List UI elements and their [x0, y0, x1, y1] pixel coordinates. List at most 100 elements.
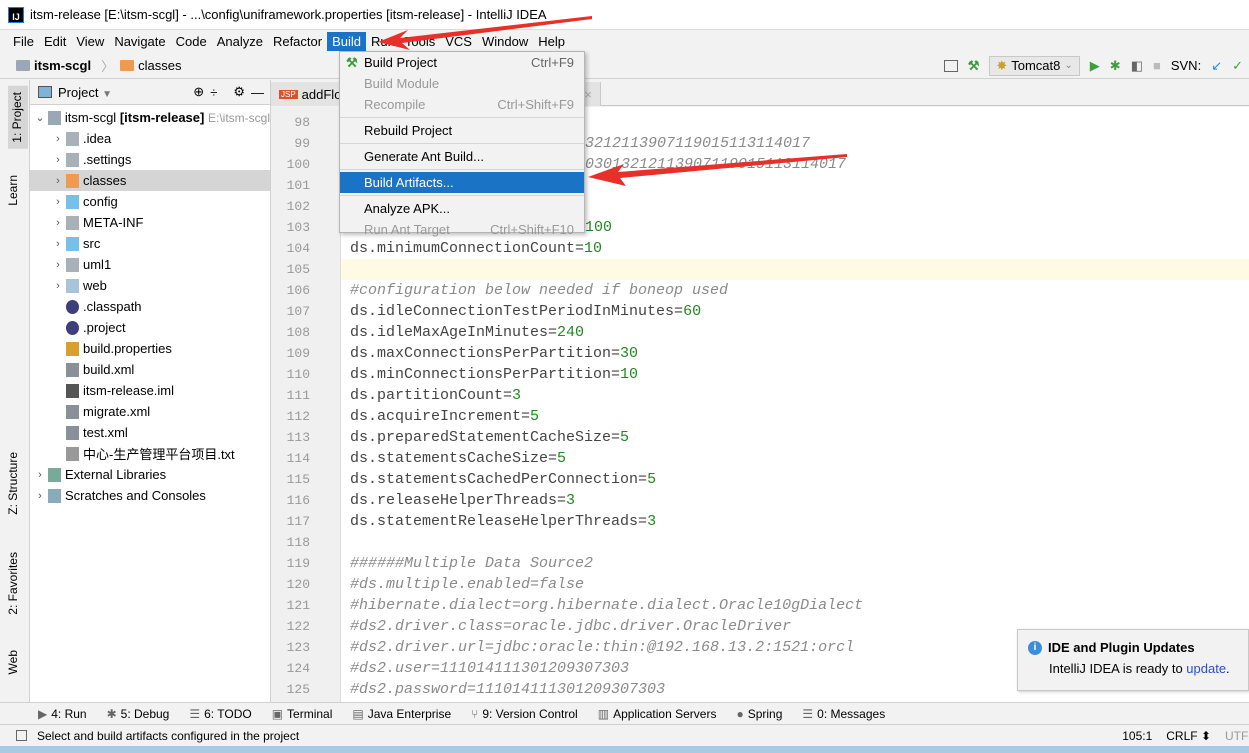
tree-item-config[interactable]: › config — [30, 191, 270, 212]
close-tab-icon[interactable]: × — [584, 87, 592, 102]
code-line[interactable]: #ds.multiple.enabled=false — [341, 574, 1249, 595]
locate-icon[interactable]: ⊕ — [193, 84, 204, 100]
bottom-tool-terminal[interactable]: ▣ Terminal — [272, 707, 333, 721]
tree-item-external[interactable]: › External Libraries — [30, 464, 270, 485]
code-line[interactable]: ds.idleConnectionTestPeriodInMinutes=60 — [341, 301, 1249, 322]
menu-code[interactable]: Code — [171, 32, 212, 51]
gear-icon[interactable]: ⚙ — [233, 84, 245, 100]
menu-build[interactable]: Build — [327, 31, 367, 51]
tool-tab-structure[interactable]: Z: Structure — [6, 452, 20, 515]
bottom-tool-messages[interactable]: ☰ 0: Messages — [802, 707, 885, 721]
tool-tab-project[interactable]: 1: Project — [8, 86, 28, 149]
menu-edit[interactable]: Edit — [39, 32, 71, 51]
bottom-tool-java-enterprise[interactable]: ▤ Java Enterprise — [352, 707, 451, 721]
stop-icon[interactable]: ■ — [1153, 58, 1161, 73]
tree-root[interactable]: ⌄ itsm-scgl [itsm-release] E:\itsm-scgl — [30, 107, 270, 128]
tree-item-test-xml[interactable]: test.xml — [30, 422, 270, 443]
window-title: itsm-release [E:\itsm-scgl] - ...\config… — [30, 7, 547, 22]
line-separator[interactable]: CRLF ⬍ — [1166, 729, 1211, 743]
run-config-select[interactable]: ✸ Tomcat8 ⌄ — [989, 55, 1080, 76]
code-line[interactable]: ds.statementsCacheSize=5 — [341, 448, 1249, 469]
menu-refactor[interactable]: Refactor — [268, 32, 327, 51]
tool-tab-web[interactable]: Web — [6, 650, 20, 674]
tree-item-build-properties[interactable]: build.properties — [30, 338, 270, 359]
tree-item-itsm-release-iml[interactable]: itsm-release.iml — [30, 380, 270, 401]
tree-item--project[interactable]: .project — [30, 317, 270, 338]
tree-item-meta-inf[interactable]: › META-INF — [30, 212, 270, 233]
menu-vcs[interactable]: VCS — [440, 32, 477, 51]
code-value: 5 — [530, 408, 540, 425]
build-menu-item-build-module[interactable]: Build Module — [340, 73, 584, 94]
code-line[interactable] — [341, 259, 1249, 280]
tree-item-web[interactable]: › web — [30, 275, 270, 296]
code-line[interactable]: ds.acquireIncrement=5 — [341, 406, 1249, 427]
svn-commit-icon[interactable]: ✓ — [1232, 58, 1243, 74]
bottom-tool-version-control[interactable]: ⑂ 9: Version Control — [471, 707, 578, 721]
code-line[interactable]: ######Multiple Data Source2 — [341, 553, 1249, 574]
code-line[interactable]: ds.preparedStatementCacheSize=5 — [341, 427, 1249, 448]
code-line[interactable]: #hibernate.dialect=org.hibernate.dialect… — [341, 595, 1249, 616]
code-line[interactable]: ds.maxConnectionsPerPartition=30 — [341, 343, 1249, 364]
tree-item--settings[interactable]: › .settings — [30, 149, 270, 170]
code-line[interactable]: ds.statementReleaseHelperThreads=3 — [341, 511, 1249, 532]
code-line[interactable] — [341, 532, 1249, 553]
caret-position[interactable]: 105:1 — [1122, 729, 1152, 743]
build-menu-item-build-artifacts[interactable]: Build Artifacts... — [340, 172, 584, 193]
build-hammer-icon[interactable]: ⚒ — [968, 58, 980, 74]
tree-item--txt[interactable]: 中心-生产管理平台项目.txt — [30, 443, 270, 464]
menu-navigate[interactable]: Navigate — [109, 32, 170, 51]
build-menu-item-analyze-apk[interactable]: Analyze APK... — [340, 198, 584, 219]
code-line[interactable]: ds.releaseHelperThreads=3 — [341, 490, 1249, 511]
tree-item--classpath[interactable]: .classpath — [30, 296, 270, 317]
build-menu-item-recompile[interactable]: Recompile Ctrl+Shift+F9 — [340, 94, 584, 115]
project-view-select[interactable]: Project ▼ — [58, 85, 112, 100]
debug-icon[interactable]: ✱ — [1110, 58, 1121, 74]
bottom-tool-todo[interactable]: ☰ 6: TODO — [189, 707, 251, 721]
bottom-tool-application-servers[interactable]: ▥ Application Servers — [598, 707, 717, 721]
breadcrumb-classes[interactable]: classes — [120, 58, 181, 73]
tool-icon: ☰ — [189, 706, 201, 721]
build-menu-item-rebuild-project[interactable]: Rebuild Project — [340, 120, 584, 141]
project-panel: Project ▼ ⊕ ÷ ⚙ — ⌄ itsm-scgl [itsm-relea… — [30, 80, 271, 702]
build-menu-item-run-ant-target[interactable]: Run Ant Target Ctrl+Shift+F10 — [340, 219, 584, 240]
breadcrumb-project[interactable]: itsm-scgl — [16, 58, 91, 73]
tool-tab-learn[interactable]: Learn — [6, 175, 20, 206]
code-line[interactable]: ds.minimumConnectionCount=10 — [341, 238, 1249, 259]
bottom-tool-debug[interactable]: ✱ 5: Debug — [107, 707, 170, 721]
hide-icon[interactable]: — — [251, 85, 264, 100]
layout-icon[interactable] — [943, 59, 958, 72]
line-number: 113 — [286, 430, 310, 445]
update-link[interactable]: update — [1186, 661, 1226, 676]
tree-item-migrate-xml[interactable]: migrate.xml — [30, 401, 270, 422]
tree-item-src[interactable]: › src — [30, 233, 270, 254]
status-toggle-icon[interactable] — [16, 730, 27, 741]
menu-window[interactable]: Window — [477, 32, 533, 51]
menu-tools[interactable]: Tools — [400, 32, 440, 51]
file-encoding[interactable]: UTF-8 — [1225, 729, 1249, 743]
tree-item--idea[interactable]: › .idea — [30, 128, 270, 149]
build-menu-item-build-project[interactable]: ⚒ Build Project Ctrl+F9 — [340, 52, 584, 73]
menu-analyze[interactable]: Analyze — [212, 32, 268, 51]
tree-item-classes[interactable]: › classes — [30, 170, 270, 191]
menu-run[interactable]: Run — [366, 32, 400, 51]
coverage-icon[interactable]: ◧ — [1131, 58, 1143, 74]
bottom-tool-spring[interactable]: ● Spring — [736, 707, 782, 721]
tree-item-build-xml[interactable]: build.xml — [30, 359, 270, 380]
code-line[interactable]: ds.idleMaxAgeInMinutes=240 — [341, 322, 1249, 343]
build-menu-item-generate-ant-build[interactable]: Generate Ant Build... — [340, 146, 584, 167]
svn-update-icon[interactable]: ↙ — [1211, 58, 1222, 74]
run-icon[interactable]: ▶ — [1090, 58, 1100, 74]
tree-item-scratches[interactable]: › Scratches and Consoles — [30, 485, 270, 506]
code-line[interactable]: ds.statementsCachedPerConnection=5 — [341, 469, 1249, 490]
code-line[interactable]: #configuration below needed if boneop us… — [341, 280, 1249, 301]
collapse-icon[interactable]: ÷ — [210, 85, 217, 100]
menu-view[interactable]: View — [71, 32, 109, 51]
tool-tab-favorites[interactable]: 2: Favorites — [6, 552, 20, 615]
menu-help[interactable]: Help — [533, 32, 570, 51]
code-line[interactable]: ds.minConnectionsPerPartition=10 — [341, 364, 1249, 385]
update-notification[interactable]: i IDE and Plugin Updates IntelliJ IDEA i… — [1017, 629, 1249, 691]
tree-item-uml1[interactable]: › uml1 — [30, 254, 270, 275]
code-line[interactable]: ds.partitionCount=3 — [341, 385, 1249, 406]
menu-file[interactable]: File — [8, 32, 39, 51]
bottom-tool-run[interactable]: ▶ 4: Run — [38, 707, 87, 721]
